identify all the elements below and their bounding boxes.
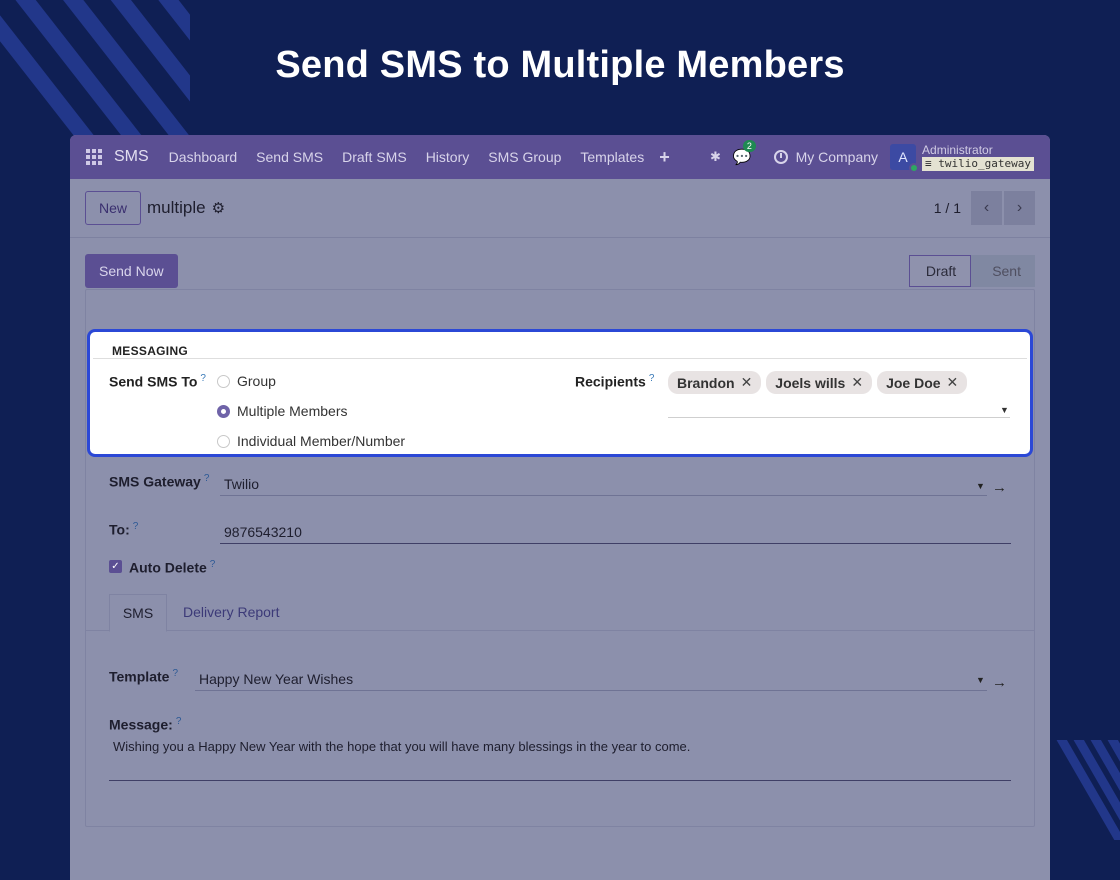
recipients-tags: Brandon ✕ Joels wills ✕ Joe Doe ✕ (668, 371, 972, 394)
online-status-dot (909, 163, 920, 173)
recipient-tag: Joels wills ✕ (766, 371, 873, 394)
remove-tag-icon[interactable]: ✕ (947, 374, 959, 391)
remove-tag-icon[interactable]: ✕ (741, 374, 753, 391)
to-label: To:? (109, 521, 139, 538)
notebook-tabs: SMS Delivery Report (85, 594, 1035, 632)
message-label: Message:? (109, 716, 182, 733)
recipients-input[interactable] (668, 416, 1010, 418)
radio-multiple-members[interactable]: Multiple Members (217, 403, 347, 419)
user-name: Administrator (922, 143, 993, 157)
pager-previous-button[interactable]: ‹ (971, 191, 1002, 225)
nav-dashboard[interactable]: Dashboard (169, 149, 238, 165)
section-title-messaging: MESSAGING (93, 332, 1027, 359)
company-switcher[interactable]: My Company (796, 149, 878, 165)
radio-individual-member[interactable]: Individual Member/Number (217, 433, 405, 449)
recipient-tag: Joe Doe ✕ (877, 371, 968, 394)
help-icon[interactable]: ? (204, 473, 210, 484)
tab-delivery-report[interactable]: Delivery Report (183, 604, 279, 620)
chevron-down-icon[interactable]: ▼ (976, 675, 985, 685)
nav-sms-group[interactable]: SMS Group (488, 149, 561, 165)
message-textarea[interactable]: Wishing you a Happy New Year with the ho… (113, 739, 690, 754)
recipients-label: Recipients? (575, 373, 655, 390)
message-underline (109, 780, 1011, 781)
hero-title: Send SMS to Multiple Members (275, 44, 845, 86)
template-field[interactable]: Happy New Year Wishes (199, 671, 353, 687)
database-name: twilio_gateway (938, 157, 1031, 170)
app-brand[interactable]: SMS (114, 148, 149, 166)
stage-draft[interactable]: Draft (908, 254, 972, 287)
nav-draft-sms[interactable]: Draft SMS (342, 149, 407, 165)
navbar-systray: ✱ 💬 2 My Company A Administrator ≡ twilio… (710, 140, 1034, 173)
radio-button-selected[interactable] (217, 404, 230, 418)
avatar[interactable]: A (890, 144, 920, 173)
avatar-letter: A (898, 149, 908, 165)
tab-sms[interactable]: SMS (109, 594, 167, 632)
help-icon[interactable]: ? (176, 716, 182, 727)
sms-gateway-label: SMS Gateway? (109, 473, 210, 490)
decorative-stripes-bottom-right (1040, 740, 1120, 840)
chat-icon[interactable]: 💬 2 (733, 140, 756, 166)
nav-templates[interactable]: Templates (580, 149, 644, 165)
clock-icon[interactable] (773, 150, 788, 164)
status-stages: Draft Sent (908, 254, 1035, 287)
chevron-down-icon[interactable]: ▼ (1000, 405, 1009, 415)
new-button[interactable]: New (85, 191, 142, 225)
plus-icon[interactable]: + (659, 147, 670, 168)
remove-tag-icon[interactable]: ✕ (851, 374, 863, 391)
to-field[interactable]: 9876543210 (224, 524, 302, 540)
auto-delete-label: Auto Delete? (129, 559, 216, 576)
top-navbar: SMS Dashboard Send SMS Draft SMS History… (70, 135, 1050, 179)
messaging-section: MESSAGING Send SMS To? Group Multiple Me… (87, 329, 1033, 457)
bug-icon[interactable]: ✱ (710, 149, 721, 165)
internal-link-arrow-icon[interactable]: → (992, 674, 1007, 691)
gear-icon[interactable]: ⚙ (212, 199, 225, 217)
database-icon: ≡ (925, 157, 932, 170)
send-now-button[interactable]: Send Now (85, 253, 178, 288)
radio-button[interactable] (217, 434, 230, 448)
stage-sent[interactable]: Sent (970, 254, 1035, 287)
control-panel: New multiple ⚙ 1 / 1 ‹ › (70, 179, 1050, 238)
form-statusbar: Send Now Draft Sent (70, 238, 1050, 293)
help-icon[interactable]: ? (200, 373, 206, 384)
help-icon[interactable]: ? (649, 373, 655, 384)
record-title: multiple (147, 198, 206, 217)
help-icon[interactable]: ? (133, 521, 139, 532)
internal-link-arrow-icon[interactable]: → (992, 479, 1007, 496)
send-sms-to-label: Send SMS To? (109, 373, 206, 390)
nav-history[interactable]: History (426, 149, 470, 165)
radio-group[interactable]: Group (217, 373, 276, 389)
user-menu[interactable]: Administrator ≡ twilio_gateway (922, 143, 1034, 171)
app-window: SMS Dashboard Send SMS Draft SMS History… (70, 135, 1050, 880)
help-icon[interactable]: ? (210, 559, 216, 570)
pager: 1 / 1 ‹ › (934, 191, 1035, 225)
sms-gateway-field[interactable]: Twilio (224, 476, 259, 492)
to-underline (220, 543, 1011, 544)
chat-count-badge: 2 (742, 140, 756, 152)
template-underline (195, 690, 987, 691)
sms-gateway-underline (220, 495, 987, 496)
apps-grid-icon[interactable] (86, 149, 102, 165)
nav-send-sms[interactable]: Send SMS (256, 149, 323, 165)
chevron-down-icon[interactable]: ▼ (976, 481, 985, 491)
auto-delete-checkbox[interactable]: ✓ (109, 560, 122, 573)
database-badge: ≡ twilio_gateway (922, 157, 1034, 171)
help-icon[interactable]: ? (172, 668, 178, 679)
radio-button[interactable] (217, 374, 230, 388)
template-label: Template? (109, 668, 178, 685)
recipient-tag: Brandon ✕ (668, 371, 762, 394)
pager-value[interactable]: 1 / 1 (934, 200, 961, 216)
pager-next-button[interactable]: › (1004, 191, 1035, 225)
